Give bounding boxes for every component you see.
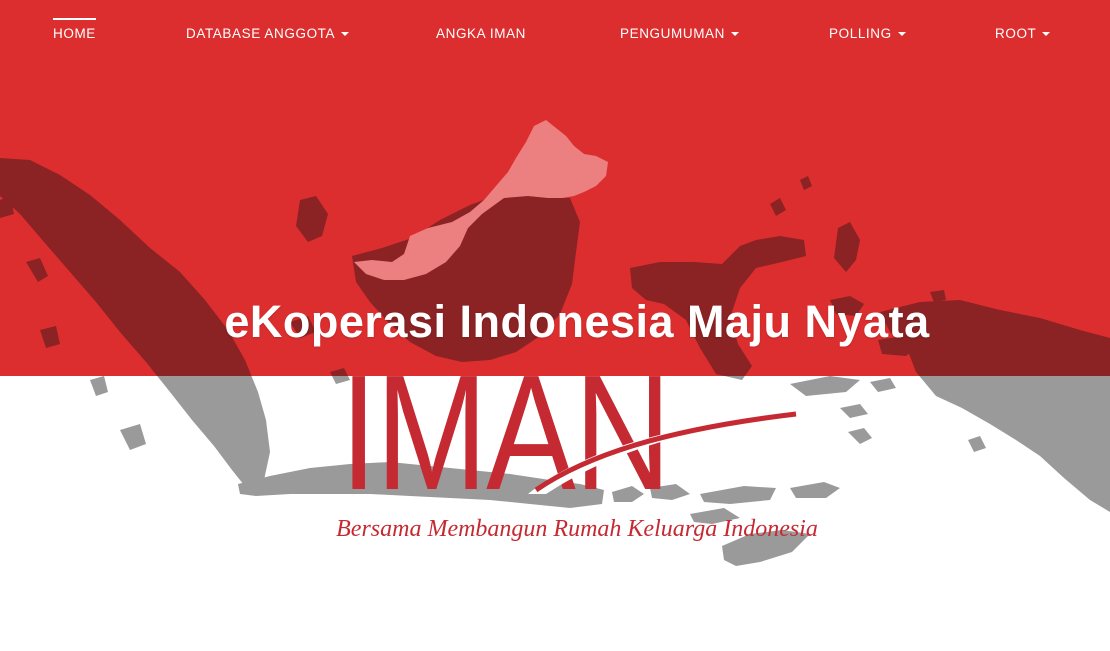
caret-down-icon (897, 32, 906, 37)
nav-item-label: ANGKA IMAN (436, 26, 527, 41)
caret-down-icon (1042, 32, 1051, 37)
nav-item-database-anggota[interactable]: DATABASE ANGGOTA (186, 26, 350, 41)
caret-down-icon (731, 32, 740, 37)
main-navbar: HOME DATABASE ANGGOTA ANGKA IMAN PENGUMU… (0, 0, 1110, 64)
logo-swoosh-icon (528, 411, 802, 494)
nav-item-label: PENGUMUMAN (620, 26, 726, 41)
nav-item-root[interactable]: ROOT (995, 26, 1051, 41)
nav-item-label: HOME (53, 26, 96, 41)
iman-logo: IMAN (340, 351, 810, 515)
nav-item-home[interactable]: HOME (53, 18, 96, 41)
nav-item-polling[interactable]: POLLING (829, 26, 906, 41)
nav-item-label: POLLING (829, 26, 892, 41)
caret-down-icon (341, 32, 350, 37)
nav-item-label: DATABASE ANGGOTA (186, 26, 336, 41)
nav-item-angka-iman[interactable]: ANGKA IMAN (436, 26, 526, 41)
hero-section: eKoperasi Indonesia Maju Nyata IMAN Bers… (0, 0, 1110, 651)
nav-item-pengumuman[interactable]: PENGUMUMAN (620, 26, 740, 41)
nav-item-label: ROOT (995, 26, 1037, 41)
hero-tagline: Bersama Membangun Rumah Keluarga Indones… (336, 516, 818, 542)
